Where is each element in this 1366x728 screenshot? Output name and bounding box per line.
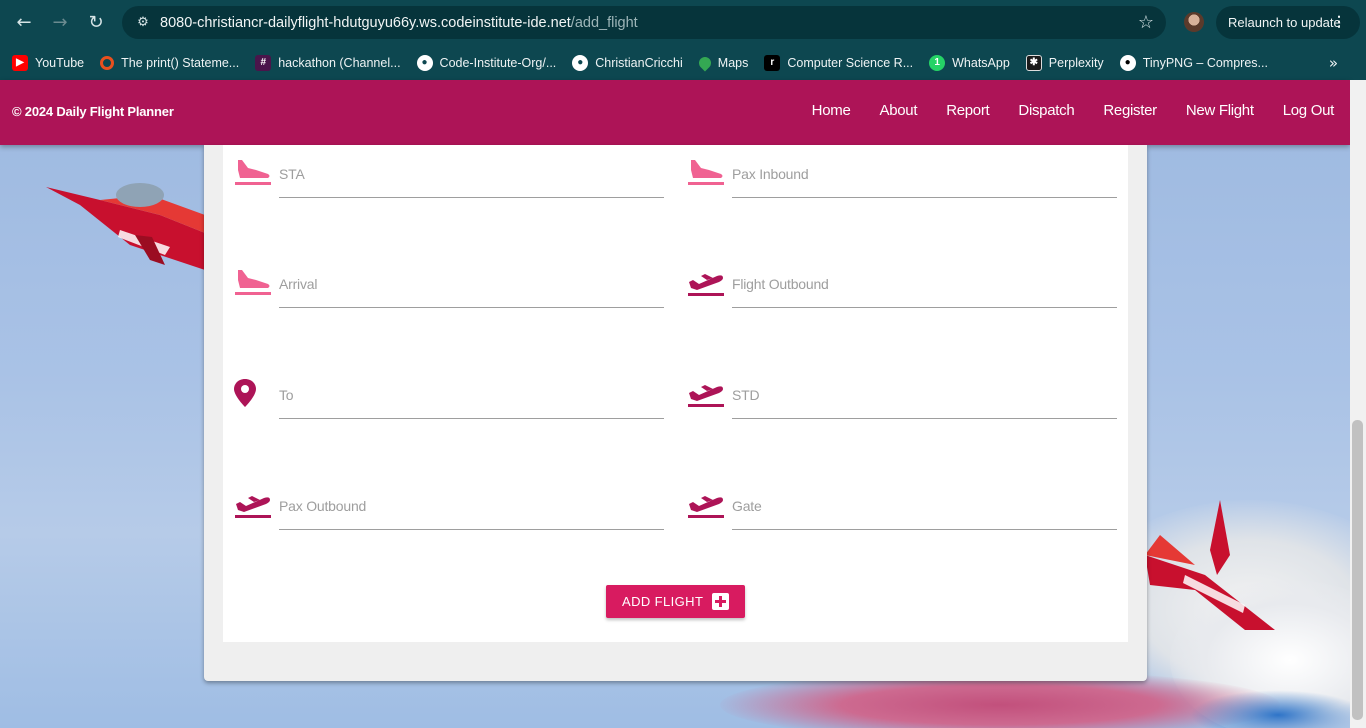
arrival-label: Arrival [279, 276, 318, 292]
profile-avatar[interactable] [1184, 12, 1204, 32]
youtube-icon: ▶ [12, 54, 28, 71]
add-flight-label: ADD FLIGHT [622, 594, 704, 609]
flight-takeoff-icon [688, 385, 724, 407]
nav-link-report[interactable]: Report [946, 102, 990, 119]
nav-link-about[interactable]: About [879, 102, 917, 119]
github-icon: ● [416, 54, 433, 71]
pax-inbound-field[interactable]: Pax Inbound [687, 150, 1117, 198]
bookmark-maps[interactable]: Maps [696, 54, 748, 71]
bookmark-computer-science[interactable]: r Computer Science R... [764, 54, 913, 71]
bookmark-perplexity[interactable]: ✱ Perplexity [1025, 54, 1104, 71]
flight-land-icon [235, 270, 271, 295]
bookmark-print-statement[interactable]: The print() Stateme... [100, 55, 239, 70]
maps-icon [696, 54, 714, 71]
red-jet-image [46, 183, 210, 270]
relaunch-label: Relaunch to update [1228, 15, 1341, 30]
github-icon: ● [572, 54, 589, 71]
perplexity-icon: ✱ [1025, 54, 1042, 71]
brand-logo[interactable]: © 2024 Daily Flight Planner [12, 104, 174, 119]
input-underline [732, 529, 1117, 530]
reload-icon[interactable]: ↻ [78, 5, 114, 41]
pax-inbound-label: Pax Inbound [732, 166, 809, 182]
bookmark-tinypng[interactable]: ● TinyPNG – Compres... [1119, 54, 1268, 71]
more-menu-icon[interactable]: ⋮ [1332, 13, 1346, 30]
sta-field[interactable]: STA [234, 150, 664, 198]
input-underline [732, 197, 1117, 198]
url-text[interactable]: 8080-christiancr-dailyflight-hdutguyu66y… [160, 15, 638, 31]
bookmark-youtube[interactable]: ▶ YouTube [12, 54, 84, 71]
panda-icon: ● [1119, 54, 1136, 71]
back-arrow-icon[interactable]: ← [6, 5, 42, 41]
nav-link-dispatch[interactable]: Dispatch [1018, 102, 1074, 119]
site-navbar: © 2024 Daily Flight Planner Home About R… [0, 80, 1350, 145]
smoke-trail [1190, 690, 1366, 728]
nav-link-register[interactable]: Register [1103, 102, 1157, 119]
to-label: To [279, 387, 294, 403]
gate-field[interactable]: Gate [687, 482, 1117, 530]
input-underline [732, 418, 1117, 419]
flight-takeoff-icon [688, 496, 724, 518]
std-field[interactable]: STD [687, 371, 1117, 419]
nav-link-home[interactable]: Home [812, 102, 851, 119]
address-bar[interactable]: ⚙ 8080-christiancr-dailyflight-hdutguyu6… [122, 6, 1166, 39]
whatsapp-icon: 1 [929, 54, 946, 71]
ring-icon [100, 55, 115, 70]
input-underline [279, 418, 664, 419]
flight-land-icon [235, 160, 271, 185]
plus-box-icon [712, 593, 729, 610]
site-info-icon[interactable]: ⚙ [126, 15, 160, 30]
slack-icon: # [255, 54, 272, 71]
url-host: 8080-christiancr-dailyflight-hdutguyu66y… [160, 14, 571, 31]
location-pin-icon [234, 379, 256, 407]
to-field[interactable]: To [234, 371, 664, 419]
input-underline [279, 197, 664, 198]
sta-label: STA [279, 166, 305, 182]
input-underline [279, 307, 664, 308]
bookmark-christiancricchi[interactable]: ● ChristianCricchi [572, 54, 683, 71]
flight-outbound-field[interactable]: Flight Outbound [687, 260, 1117, 308]
pax-outbound-label: Pax Outbound [279, 498, 367, 514]
flight-land-icon [688, 160, 724, 185]
nav-links: Home About Report Dispatch Register New … [783, 102, 1335, 119]
bookmark-code-institute[interactable]: ● Code-Institute-Org/... [416, 54, 556, 71]
pax-outbound-field[interactable]: Pax Outbound [234, 482, 664, 530]
bookmark-hackathon[interactable]: # hackathon (Channel... [255, 54, 401, 71]
add-flight-button[interactable]: ADD FLIGHT [606, 585, 745, 618]
bookmarks-bar: ▶ YouTube The print() Stateme... # hackath… [0, 45, 1366, 80]
nav-link-new-flight[interactable]: New Flight [1186, 102, 1254, 119]
nav-link-log-out[interactable]: Log Out [1283, 102, 1335, 119]
bookmarks-overflow-icon[interactable]: » [1329, 54, 1338, 72]
red-jet-image [1145, 500, 1275, 630]
url-path: /add_flight [570, 14, 638, 31]
bookmark-star-icon[interactable]: ☆ [1138, 12, 1154, 33]
flight-takeoff-icon [235, 496, 271, 518]
forward-arrow-icon[interactable]: → [42, 5, 78, 41]
flight-takeoff-icon [688, 274, 724, 296]
r-icon: r [764, 54, 781, 71]
input-underline [732, 307, 1117, 308]
relaunch-button[interactable]: Relaunch to update ⋮ [1216, 6, 1360, 39]
input-underline [279, 529, 664, 530]
flight-outbound-label: Flight Outbound [732, 276, 829, 292]
arrival-field[interactable]: Arrival [234, 260, 664, 308]
bookmark-whatsapp[interactable]: 1 WhatsApp [929, 54, 1010, 71]
std-label: STD [732, 387, 760, 403]
gate-label: Gate [732, 498, 762, 514]
scrollbar-thumb[interactable] [1352, 420, 1363, 720]
